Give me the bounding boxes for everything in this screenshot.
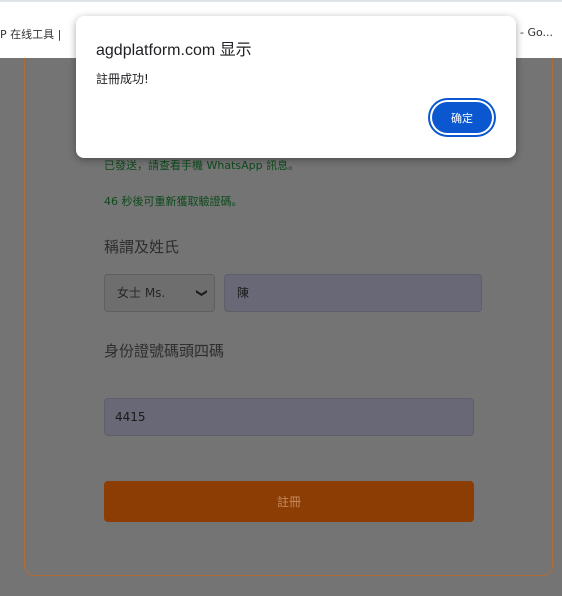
bookmark-item-tools[interactable]: P 在线工具 | bbox=[0, 26, 61, 42]
surname-input[interactable]: 陳 bbox=[224, 274, 482, 312]
title-select[interactable]: 女士 Ms. ❯ bbox=[104, 274, 215, 312]
otp-sent-message: 已發送，請查看手機 WhatsApp 訊息。 bbox=[104, 159, 300, 172]
register-button[interactable]: 註冊 bbox=[104, 481, 474, 522]
dialog-ok-button[interactable]: 确定 bbox=[432, 102, 492, 133]
title-select-value: 女士 Ms. bbox=[117, 286, 166, 300]
alert-dialog: agdplatform.com 显示 註冊成功! 确定 bbox=[76, 16, 516, 158]
otp-resend-countdown: 46 秒後可重新獲取驗證碼。 bbox=[104, 195, 243, 208]
dialog-title: agdplatform.com 显示 bbox=[96, 42, 252, 59]
bookmark-item-google[interactable]: - Go... bbox=[520, 26, 553, 39]
id-number-label: 身份證號碼頭四碼 bbox=[104, 342, 225, 360]
name-title-label: 稱謂及姓氏 bbox=[104, 238, 180, 256]
chevron-down-icon: ❯ bbox=[195, 288, 209, 298]
id-number-input-value: 4415 bbox=[115, 410, 146, 424]
id-number-input[interactable]: 4415 bbox=[104, 398, 474, 436]
dialog-message: 註冊成功! bbox=[96, 72, 149, 86]
surname-input-value: 陳 bbox=[237, 286, 250, 300]
